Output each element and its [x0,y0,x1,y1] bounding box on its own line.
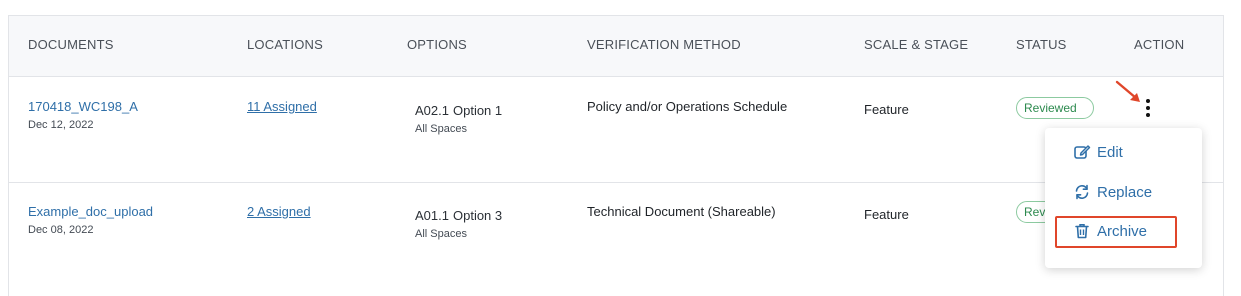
column-header-locations[interactable]: LOCATIONS [247,37,323,52]
option-label: A01.1 Option 3 [415,207,502,225]
document-link[interactable]: Example_doc_upload [28,204,153,219]
table-header: DOCUMENTS LOCATIONS OPTIONS VERIFICATION… [9,16,1223,77]
table-row: Example_doc_upload Dec 08, 2022 2 Assign… [9,183,1223,288]
option-label: A02.1 Option 1 [415,102,502,120]
scale-stage: Feature [864,207,909,222]
column-header-action: ACTION [1134,37,1185,52]
scale-stage: Feature [864,102,909,117]
locations-link[interactable]: 11 Assigned [247,99,317,114]
option-scope: All Spaces [415,228,467,240]
column-header-verification-method[interactable]: VERIFICATION METHOD [587,37,741,52]
table-row: 170418_WC198_A Dec 12, 2022 11 Assigned … [9,77,1223,183]
status-badge: Reviewed [1016,97,1094,119]
column-header-options[interactable]: OPTIONS [407,37,467,52]
menu-item-archive[interactable]: Archive [1073,217,1147,245]
column-header-documents[interactable]: DOCUMENTS [28,37,114,52]
option-name: Option 1 [452,103,503,118]
menu-item-edit[interactable]: Edit [1073,138,1123,166]
edit-icon [1074,145,1091,159]
menu-item-label: Archive [1097,222,1148,240]
option-code: A01.1 [415,208,449,223]
locations-link[interactable]: 2 Assigned [247,204,311,219]
arrow-pointer-icon [1115,80,1140,102]
column-header-status[interactable]: STATUS [1016,37,1067,52]
option-code: A02.1 [415,103,449,118]
verification-method: Technical Document (Shareable) [587,204,776,219]
menu-item-label: Replace [1097,183,1153,201]
column-header-scale-stage[interactable]: SCALE & STAGE [864,37,968,52]
refresh-icon [1075,184,1089,200]
menu-item-replace[interactable]: Replace [1073,178,1152,206]
menu-item-label: Edit [1097,143,1123,161]
document-date: Dec 08, 2022 [28,224,94,236]
documents-table: DOCUMENTS LOCATIONS OPTIONS VERIFICATION… [8,15,1224,296]
option-scope: All Spaces [415,123,467,135]
trash-icon [1075,224,1089,239]
document-date: Dec 12, 2022 [28,119,94,131]
action-dropdown-menu: Edit Replace Archive [1045,128,1202,268]
verification-method: Policy and/or Operations Schedule [587,99,788,114]
option-name: Option 3 [452,208,503,223]
document-link[interactable]: 170418_WC198_A [28,99,138,114]
